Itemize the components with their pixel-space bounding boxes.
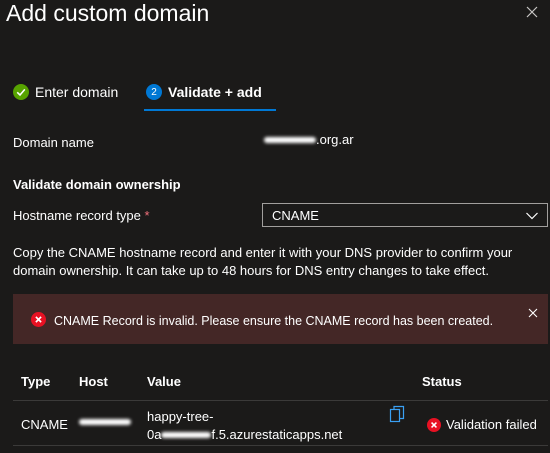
record-value-cell: happy-tree- 0a f.5.azurestaticapps.net (147, 408, 342, 444)
add-custom-domain-panel: Add custom domain Enter domain 2 Validat… (0, 0, 550, 453)
column-header-status: Status (422, 374, 462, 389)
step-validate-add[interactable]: 2 Validate + add (146, 80, 262, 104)
domain-name-value: .org.ar (264, 132, 354, 147)
chevron-down-icon (526, 212, 538, 220)
panel-title: Add custom domain (6, 0, 210, 26)
table-row: CNAME happy-tree- 0a f.5.azurestaticapps… (13, 401, 548, 446)
instructions-text: Copy the CNAME hostname record and enter… (13, 245, 513, 278)
column-header-host: Host (79, 374, 108, 389)
record-host-cell (79, 419, 131, 425)
dropdown-value: CNAME (272, 207, 319, 223)
step-number-badge: 2 (146, 84, 162, 100)
validation-status-cell: Validation failed (427, 417, 537, 432)
close-icon (528, 308, 538, 318)
domain-name-label: Domain name (13, 135, 94, 150)
error-icon (31, 312, 46, 332)
value-line-2: 0a f.5.azurestaticapps.net (147, 427, 343, 442)
record-type-cell: CNAME (21, 417, 68, 432)
status-text: Validation failed (446, 417, 537, 432)
copy-value-button[interactable] (389, 405, 405, 428)
step-enter-domain[interactable]: Enter domain (13, 80, 118, 104)
close-icon (526, 6, 538, 18)
required-marker: * (144, 208, 150, 223)
wizard-steps: Enter domain 2 Validate + add (13, 80, 543, 112)
hostname-record-type-dropdown[interactable]: CNAME (262, 203, 548, 227)
error-banner: CNAME Record is invalid. Please ensure t… (13, 294, 548, 344)
active-step-indicator (144, 109, 276, 111)
copy-icon (389, 405, 405, 423)
dismiss-error-button[interactable] (527, 306, 539, 318)
value-line-1: happy-tree- (147, 409, 214, 424)
redacted-text (264, 136, 316, 143)
domain-suffix: .org.ar (316, 132, 354, 147)
step-label: Enter domain (35, 84, 119, 100)
error-icon (427, 417, 441, 432)
column-header-type: Type (21, 374, 51, 389)
redacted-text (79, 419, 131, 425)
column-header-value: Value (147, 374, 181, 389)
error-message: CNAME Record is invalid. Please ensure t… (54, 314, 494, 328)
redacted-text (161, 432, 212, 438)
step-label: Validate + add (168, 84, 262, 100)
section-heading: Validate domain ownership (13, 177, 181, 192)
close-panel-button[interactable] (522, 2, 542, 22)
hostname-record-type-label: Hostname record type * (13, 208, 150, 223)
checkmark-icon (13, 84, 29, 100)
